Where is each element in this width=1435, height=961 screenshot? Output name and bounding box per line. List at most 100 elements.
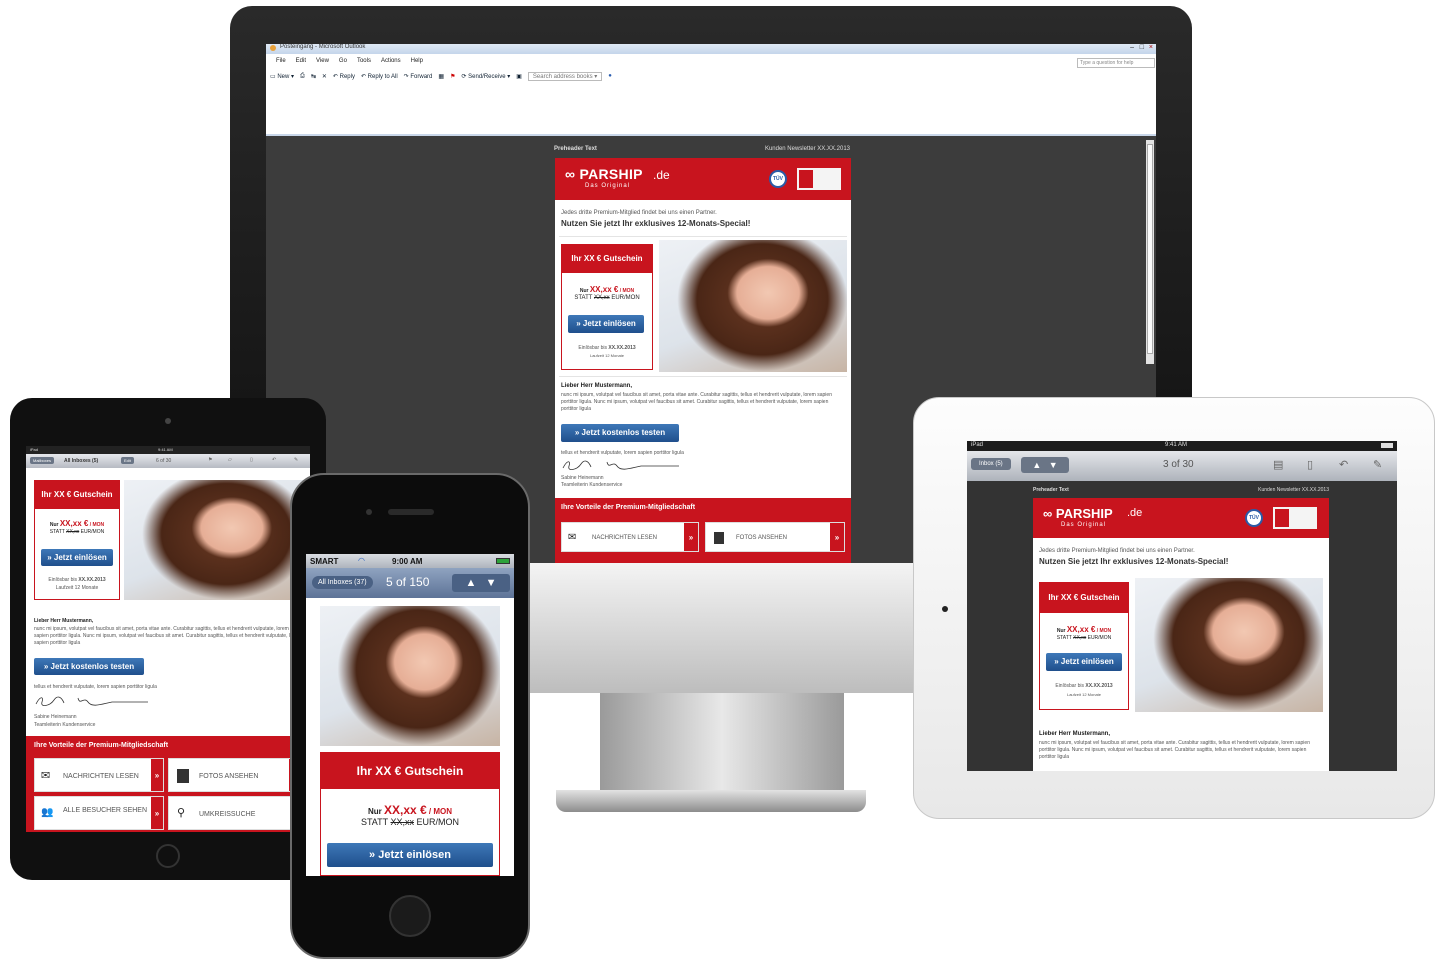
redeem-button[interactable]: » Jetzt einlösen (327, 843, 493, 867)
outlook-scrollbar[interactable] (1146, 140, 1154, 364)
menu-tools[interactable]: Tools (357, 58, 371, 64)
parship-logo[interactable]: ∞ PARSHIP (1043, 506, 1113, 521)
preheader-text: Preheader Text (1033, 487, 1069, 493)
chevron-right-icon: » (151, 797, 163, 829)
chevron-right-icon: » (151, 759, 163, 791)
valid-date: XX.XX.2013 (608, 345, 636, 351)
status-bar: iPad 9:41 AM (26, 446, 310, 454)
address-search-placeholder: Search address books (532, 73, 593, 80)
reply-label: Reply (339, 73, 355, 80)
message-counter: 5 of 150 (386, 575, 430, 589)
newsletter-edition: Kunden Newsletter XX.XX.2013 (764, 146, 850, 152)
redeem-button[interactable]: » Jetzt einlösen (41, 549, 113, 566)
reply-icon[interactable]: ↶ (1339, 458, 1348, 471)
forward-button[interactable]: ↷ Forward (404, 73, 433, 80)
message-counter: 6 of 30 (156, 458, 172, 464)
price-prefix: Nur (1056, 628, 1066, 634)
battery-icon (496, 558, 510, 564)
window-close-icon[interactable]: × (1149, 44, 1153, 52)
menu-view[interactable]: View (316, 58, 329, 64)
menu-help[interactable]: Help (411, 58, 423, 64)
redeem-button[interactable]: » Jetzt einlösen (568, 315, 644, 333)
benefit-label: ALLE BESUCHER SEHEN (63, 807, 148, 814)
brand-tagline: Das Original (585, 183, 631, 189)
inbox-back-button[interactable]: Inbox (5) (971, 458, 1011, 470)
print-icon[interactable]: ⎙ (300, 73, 305, 80)
home-button[interactable] (389, 895, 431, 937)
benefit-view-photos-button[interactable]: FOTOS ANSEHEN » (705, 522, 845, 552)
address-search-input[interactable]: Search address books ▾ (527, 71, 603, 81)
benefits-title: Ihre Vorteile der Premium-Mitgliedschaft (34, 742, 169, 749)
valid-date: XX.XX.2013 (1085, 683, 1113, 689)
mail-nav-bar: Mailboxes All Inboxes (5) Edit 6 of 30 ⚑… (26, 454, 310, 468)
send-receive-button[interactable]: ⟳ Send/Receive ▾ (461, 73, 510, 80)
follow-up-flag-icon[interactable]: ⚑ (450, 73, 455, 80)
strike-prefix: STATT (49, 529, 65, 535)
outlook-scrollbar-thumb[interactable] (1147, 144, 1153, 354)
valid-prefix: Einlösbar bis (578, 345, 607, 351)
benefit-view-photos-button[interactable]: FOTOS ANSEHEN » (168, 758, 302, 792)
help-search-input[interactable]: Type a question for help (1077, 58, 1155, 68)
strike-suffix: EUR/MON (1087, 635, 1112, 641)
compose-icon[interactable]: ✎ (1373, 458, 1382, 471)
reply-button[interactable]: ↶ Reply (333, 73, 355, 80)
home-button[interactable] (156, 844, 180, 868)
window-minimize-icon[interactable]: – (1130, 44, 1134, 52)
up-arrow-icon[interactable]: ▲ (466, 577, 477, 589)
monitor-foot (556, 790, 866, 812)
delete-icon[interactable]: ✕ (322, 73, 327, 80)
iphone-screen: SMART ◠ 9:00 AM All Inboxes (37) 5 of 15… (306, 554, 514, 876)
menu-edit[interactable]: Edit (296, 58, 306, 64)
strike-prefix: STATT (574, 295, 593, 301)
battery-icon (1381, 443, 1393, 448)
prev-next-control[interactable]: ▲ ▼ (1021, 457, 1069, 473)
reply-all-button[interactable]: ↶ Reply to All (361, 73, 398, 80)
salutation: Lieber Herr Mustermann, (34, 618, 94, 624)
envelope-icon: ✉ (568, 532, 577, 543)
mailboxes-button[interactable]: Mailboxes (30, 457, 55, 464)
menu-file[interactable]: File (276, 58, 286, 64)
edit-button[interactable]: Edit (121, 457, 134, 464)
menu-actions[interactable]: Actions (381, 58, 401, 64)
reply-icon[interactable]: ↶ (272, 457, 276, 463)
menu-go[interactable]: Go (339, 58, 347, 64)
parship-logo[interactable]: ∞ PARSHIP (565, 166, 643, 182)
all-inboxes-back-button[interactable]: All Inboxes (37) (312, 576, 373, 589)
down-arrow-icon[interactable]: ▼ (1049, 460, 1058, 470)
benefit-read-messages-button[interactable]: ✉ NACHRICHTEN LESEN » (561, 522, 699, 552)
valid-date: XX.XX.2013 (78, 577, 106, 583)
newsletter-body: ∞ PARSHIP .de Das Original TÜV Jedes dri… (1033, 498, 1329, 771)
free-trial-button[interactable]: » Jetzt kostenlos testen (34, 658, 144, 675)
flag-icon[interactable]: ⚑ (208, 457, 212, 463)
voucher-price-line: Nur XX,xx € / MON (1040, 625, 1128, 634)
voucher-price-unit: / MON (1096, 628, 1112, 634)
tuv-seal-icon: TÜV (1245, 509, 1263, 527)
status-time: 9:41 AM (1165, 442, 1188, 448)
window-maximize-icon[interactable]: □ (1140, 44, 1144, 52)
redeem-button[interactable]: » Jetzt einlösen (1046, 653, 1122, 671)
compose-icon[interactable]: ✎ (294, 457, 298, 463)
device-name: iPad (971, 442, 984, 448)
free-trial-button[interactable]: » Jetzt kostenlos testen (561, 424, 679, 442)
trash-icon[interactable]: ▯ (250, 457, 253, 463)
test-seal-icon (797, 168, 841, 190)
benefit-read-messages-button[interactable]: ✉ NACHRICHTEN LESEN » (34, 758, 164, 792)
folder-icon[interactable]: ▱ (228, 457, 232, 463)
trash-icon[interactable]: ▯ (1307, 458, 1313, 471)
move-icon[interactable]: ↹ (311, 73, 316, 80)
strike-price: XX,xx (593, 295, 610, 301)
help-icon[interactable]: ● (608, 73, 612, 79)
up-arrow-icon[interactable]: ▲ (1032, 460, 1041, 470)
strike-price: XX,xx (390, 817, 414, 827)
categorize-icon[interactable]: ▦ (438, 73, 444, 80)
folder-move-icon[interactable]: ▤ (1273, 458, 1283, 471)
status-bar: SMART ◠ 9:00 AM (306, 554, 514, 568)
benefit-radius-search-button[interactable]: ⚲ UMKREISSUCHE (168, 796, 302, 830)
address-book-icon[interactable]: ▣ (516, 73, 522, 80)
down-arrow-icon[interactable]: ▼ (486, 577, 497, 589)
new-mail-button[interactable]: ▭ New ▾ (270, 73, 294, 80)
test-seal-icon (1273, 507, 1317, 529)
benefit-all-visitors-button[interactable]: 👥 ALLE BESUCHER SEHEN » (34, 796, 164, 830)
prev-next-control[interactable]: ▲ ▼ (452, 574, 510, 592)
voucher-strike-line: STATT XX,xx EUR/MON (1040, 635, 1128, 641)
